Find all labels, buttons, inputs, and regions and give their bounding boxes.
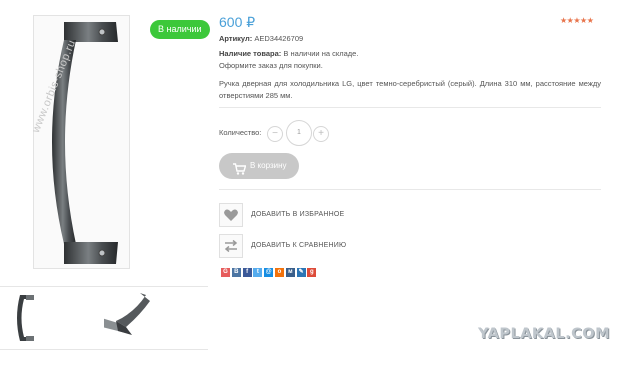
product-price: 600 ₽ [219,14,255,31]
thumbnail-front[interactable] [0,287,100,349]
vk-icon[interactable]: В [231,268,241,277]
add-to-compare-link[interactable]: ДОБАВИТЬ К СРАВНЕНИЮ [251,242,346,249]
divider [219,107,601,108]
facebook-icon[interactable]: f [242,268,252,277]
availability-value: В наличии на складе. [283,49,359,58]
product-description: Ручка дверная для холодильника LG, цвет … [219,79,601,100]
thumbnail-strip [0,286,208,350]
product-main-image[interactable] [33,15,130,269]
article-row: Артикул: AED34426709 [219,34,303,43]
googleplus-icon[interactable]: g [307,268,317,277]
quantity-minus-button[interactable]: − [267,126,283,142]
compare-icon[interactable] [219,234,243,258]
thumbnail-side[interactable] [98,287,204,349]
divider [219,189,601,190]
article-label: Артикул: [219,34,253,43]
quantity-plus-button[interactable]: + [313,126,329,142]
currency-symbol: ₽ [246,14,256,30]
quantity-input[interactable]: 1 [286,120,312,146]
livejournal-icon[interactable]: ✎ [296,268,306,277]
add-to-cart-label: В корзину [250,161,287,170]
mailru-icon[interactable]: @ [264,268,274,277]
price-value: 600 [219,14,243,30]
add-to-cart-button[interactable]: В корзину [219,153,299,179]
availability-label: Наличие товара: [219,49,282,58]
availability-row: Наличие товара: В наличии на складе. [219,49,358,58]
share-icon-1[interactable]: G [221,268,230,277]
quantity-label: Количество: [219,128,262,137]
order-hint: Оформите заказ для покупки. [219,61,323,70]
in-stock-badge: В наличии [150,20,210,39]
site-watermark: YAPLAKAL.COM [478,326,611,342]
fridge-handle-image [52,22,118,264]
cart-icon [233,160,247,186]
article-value: AED34426709 [254,34,304,43]
heart-icon[interactable] [219,203,243,227]
add-to-favorites-link[interactable]: ДОБАВИТЬ В ИЗБРАННОЕ [251,211,344,218]
moikrug-icon[interactable]: м [285,268,295,277]
odnoklassniki-icon[interactable]: o [275,268,284,277]
rating-stars[interactable]: ★★★★★ [560,16,594,25]
twitter-icon[interactable]: t [253,268,263,277]
